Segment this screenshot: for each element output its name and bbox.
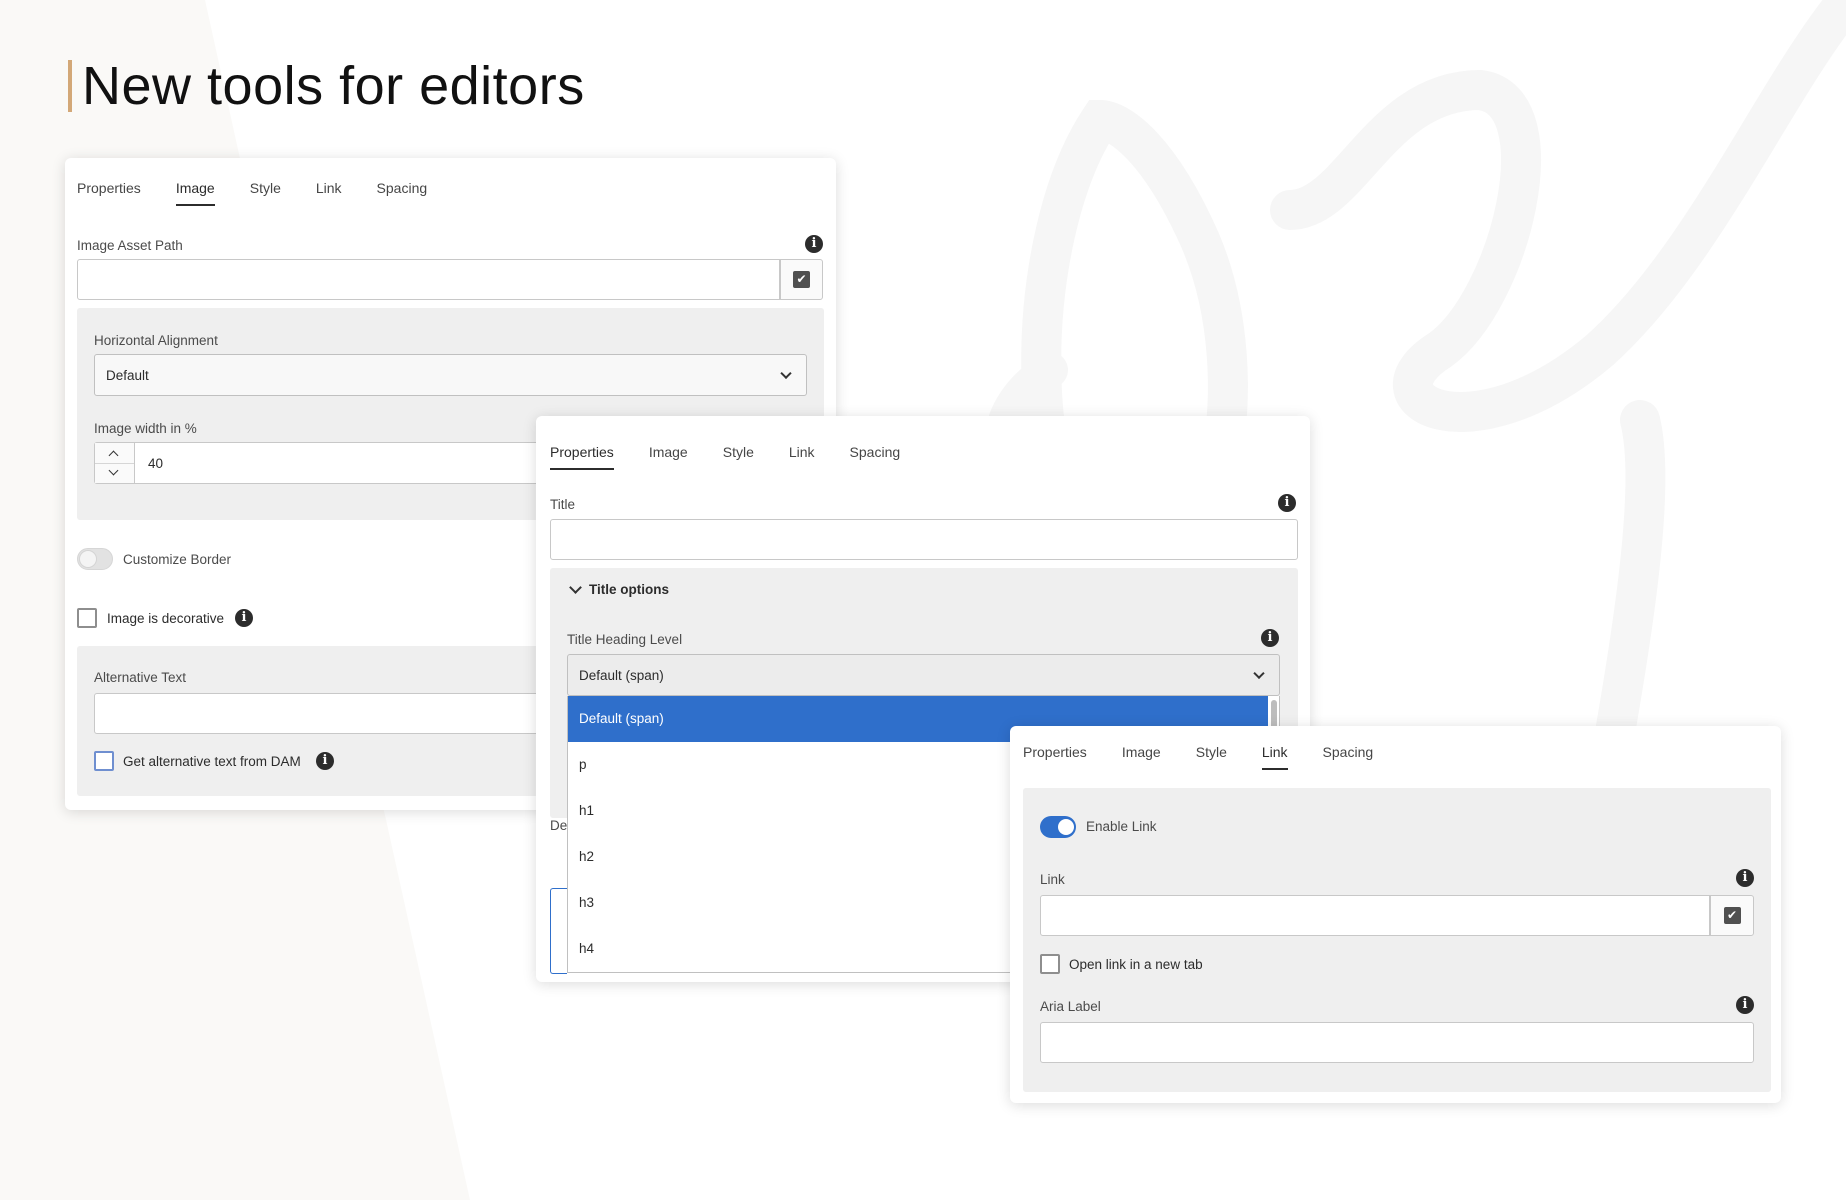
- alt-text-label: Alternative Text: [94, 670, 187, 685]
- tab-properties[interactable]: Properties: [77, 180, 141, 206]
- chevron-down-icon: [780, 367, 792, 380]
- new-tab-label: Open link in a new tab: [1069, 957, 1203, 972]
- decrement-icon[interactable]: [108, 465, 119, 476]
- info-icon[interactable]: i: [1261, 629, 1279, 647]
- stepper-divider: [95, 463, 134, 464]
- info-icon[interactable]: i: [1736, 869, 1754, 887]
- info-icon[interactable]: i: [316, 752, 334, 770]
- width-label: Image width in %: [94, 421, 197, 436]
- decorative-checkbox[interactable]: [77, 608, 97, 628]
- title-label: Title: [550, 497, 576, 512]
- customize-border-toggle[interactable]: [77, 548, 113, 570]
- title-options-label[interactable]: Title options: [589, 582, 669, 597]
- aria-label-label: Aria Label: [1040, 999, 1101, 1014]
- info-icon[interactable]: i: [1736, 996, 1754, 1014]
- tab-spacing[interactable]: Spacing: [377, 180, 428, 206]
- info-icon[interactable]: i: [235, 609, 253, 627]
- tab-bar: Properties Image Style Link Spacing: [550, 444, 935, 470]
- alignment-value: Default: [106, 367, 149, 383]
- asset-path-label: Image Asset Path: [77, 238, 183, 253]
- alt-from-dam-checkbox[interactable]: [94, 751, 114, 771]
- tab-image[interactable]: Image: [1122, 744, 1161, 770]
- asset-browse-button[interactable]: ✔: [780, 259, 823, 300]
- heading-level-select[interactable]: Default (span): [567, 654, 1280, 696]
- title-input[interactable]: [550, 519, 1298, 560]
- hidden-field-input[interactable]: [550, 888, 567, 974]
- enable-link-label: Enable Link: [1086, 819, 1157, 834]
- asset-path-input[interactable]: [77, 259, 780, 300]
- tab-bar: Properties Image Style Link Spacing: [1023, 744, 1408, 770]
- toggle-knob: [1058, 819, 1074, 835]
- tab-properties[interactable]: Properties: [1023, 744, 1087, 770]
- link-browse-button[interactable]: ✔: [1710, 895, 1754, 936]
- page-title: New tools for editors: [82, 56, 585, 116]
- accent-bar: [68, 60, 72, 112]
- link-label: Link: [1040, 872, 1065, 887]
- toggle-knob: [80, 551, 96, 567]
- tab-image[interactable]: Image: [175, 180, 215, 206]
- new-tab-checkbox[interactable]: [1040, 954, 1060, 974]
- increment-icon[interactable]: [108, 450, 119, 461]
- alignment-label: Horizontal Alignment: [94, 333, 218, 348]
- tab-properties[interactable]: Properties: [550, 444, 614, 470]
- customize-border-label: Customize Border: [123, 552, 232, 567]
- link-input[interactable]: [1040, 895, 1710, 936]
- heading-level-label: Title Heading Level: [567, 632, 683, 647]
- enable-link-toggle[interactable]: [1040, 816, 1076, 838]
- tab-style[interactable]: Style: [723, 444, 754, 470]
- decorative-label: Image is decorative: [107, 611, 225, 626]
- tab-link[interactable]: Link: [789, 444, 815, 470]
- checkmark-icon: ✔: [793, 271, 810, 288]
- stepper-buttons: [95, 443, 135, 483]
- checkmark-icon: ✔: [1723, 907, 1741, 924]
- tab-spacing[interactable]: Spacing: [850, 444, 901, 470]
- hidden-field-label: De: [550, 818, 567, 833]
- tab-image[interactable]: Image: [649, 444, 688, 470]
- alignment-select[interactable]: Default: [94, 354, 807, 396]
- tab-style[interactable]: Style: [1196, 744, 1227, 770]
- link-dialog: Properties Image Style Link Spacing Enab…: [1010, 726, 1781, 1103]
- tab-style[interactable]: Style: [250, 180, 281, 206]
- width-stepper[interactable]: 40: [94, 442, 554, 484]
- chevron-down-icon: [1253, 667, 1265, 680]
- tab-link[interactable]: Link: [1261, 744, 1288, 770]
- alt-from-dam-label: Get alternative text from DAM: [123, 754, 301, 769]
- info-icon[interactable]: i: [805, 235, 823, 253]
- tab-spacing[interactable]: Spacing: [1323, 744, 1374, 770]
- heading-level-value: Default (span): [579, 667, 664, 683]
- width-value: 40: [148, 456, 164, 471]
- tab-link[interactable]: Link: [316, 180, 342, 206]
- info-icon[interactable]: i: [1278, 494, 1296, 512]
- headline: New tools for editors: [68, 56, 585, 116]
- aria-label-input[interactable]: [1040, 1022, 1754, 1063]
- tab-bar: Properties Image Style Link Spacing: [77, 180, 462, 206]
